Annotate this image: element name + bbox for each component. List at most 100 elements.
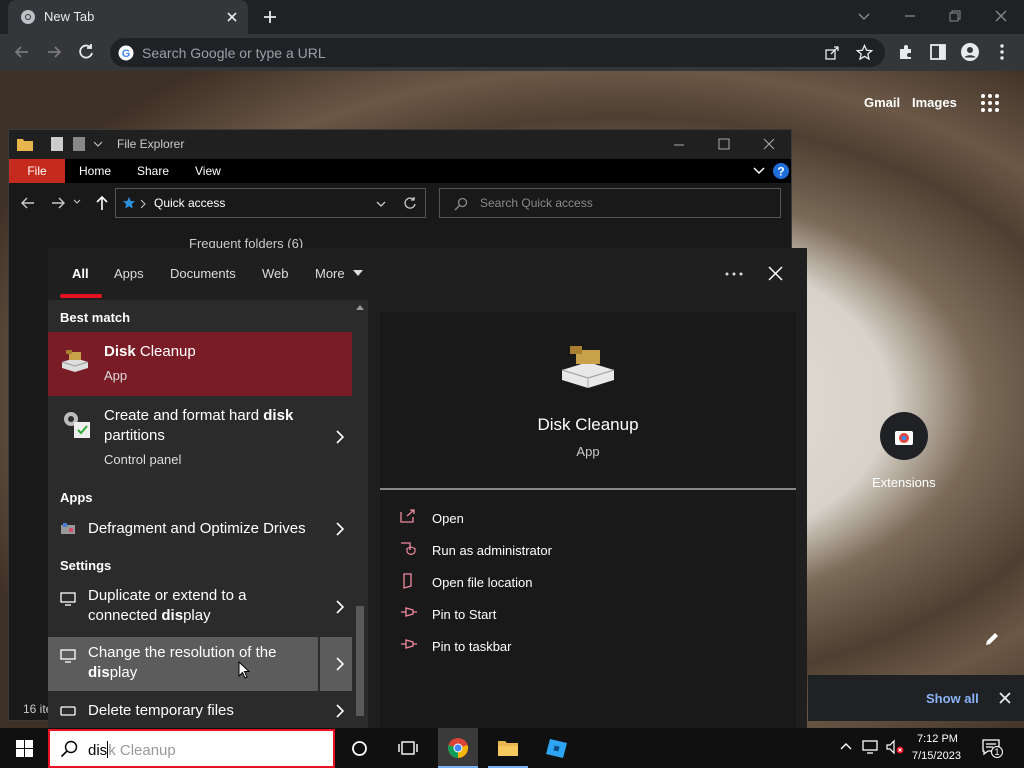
properties-icon[interactable] bbox=[51, 137, 63, 151]
folder-icon bbox=[17, 139, 33, 151]
extensions-puzzle-icon[interactable] bbox=[896, 42, 916, 62]
scroll-thumb[interactable] bbox=[356, 606, 364, 716]
explorer-titlebar: File Explorer bbox=[9, 130, 791, 159]
ribbon-tab-view[interactable]: View bbox=[195, 164, 221, 178]
customize-pencil-icon[interactable] bbox=[984, 631, 1000, 647]
result-defragment[interactable]: Defragment and Optimize Drives bbox=[48, 512, 352, 546]
result-subtitle: Control panel bbox=[104, 452, 182, 467]
search-query-suggestion: k Cleanup bbox=[108, 742, 176, 759]
explorer-back-icon[interactable] bbox=[21, 196, 35, 210]
taskbar-chrome-app[interactable] bbox=[438, 728, 478, 768]
tab-all[interactable]: All bbox=[72, 266, 89, 281]
results-scrollbar[interactable] bbox=[352, 300, 368, 728]
roblox-studio-icon[interactable] bbox=[545, 736, 569, 760]
file-explorer-taskbar-icon[interactable] bbox=[497, 738, 519, 758]
scroll-up-icon[interactable] bbox=[356, 304, 364, 310]
omnibox[interactable]: G Search Google or type a URL bbox=[110, 38, 885, 67]
more-options-icon[interactable] bbox=[725, 272, 743, 276]
close-window-icon[interactable] bbox=[993, 8, 1009, 24]
result-delete-temp-files[interactable]: Delete temporary files bbox=[48, 694, 352, 728]
monitor-icon bbox=[60, 649, 76, 663]
tab-web[interactable]: Web bbox=[262, 266, 289, 281]
result-change-resolution[interactable]: Change the resolution of the display bbox=[48, 637, 352, 691]
restore-icon[interactable] bbox=[947, 8, 963, 24]
storage-icon bbox=[60, 706, 76, 716]
chrome-icon bbox=[448, 738, 468, 758]
new-tab-icon[interactable] bbox=[262, 9, 278, 25]
chevron-right-icon[interactable] bbox=[336, 704, 344, 718]
explorer-forward-icon[interactable] bbox=[51, 196, 65, 210]
windows-start-icon[interactable] bbox=[16, 740, 33, 757]
chrome-menu-icon[interactable] bbox=[994, 42, 1010, 62]
tab-new-tab[interactable]: New Tab bbox=[8, 0, 248, 34]
images-link[interactable]: Images bbox=[912, 95, 957, 110]
explorer-maximize-icon[interactable] bbox=[718, 138, 730, 150]
explorer-search-placeholder: Search Quick access bbox=[480, 196, 593, 210]
ribbon-tab-share[interactable]: Share bbox=[137, 164, 169, 178]
tab-more[interactable]: More bbox=[315, 266, 345, 281]
clock-date[interactable]: 7/15/2023 bbox=[912, 750, 961, 762]
chevron-right-icon[interactable] bbox=[336, 657, 344, 671]
volume-muted-icon[interactable] bbox=[886, 739, 904, 755]
chevron-right-icon[interactable] bbox=[336, 522, 344, 536]
tab-search-chevron-icon[interactable] bbox=[856, 8, 872, 24]
explorer-search-box[interactable]: Search Quick access bbox=[439, 188, 781, 218]
help-icon[interactable]: ? bbox=[773, 163, 789, 179]
address-dropdown-icon[interactable] bbox=[376, 200, 386, 208]
result-duplicate-extend-display[interactable]: Duplicate or extend to a connected displa… bbox=[48, 580, 352, 634]
reload-icon[interactable] bbox=[76, 42, 96, 62]
explorer-close-icon[interactable] bbox=[763, 138, 775, 150]
search-filter-tabs: All Apps Documents Web More bbox=[48, 248, 807, 300]
ribbon-expand-icon[interactable] bbox=[753, 166, 765, 176]
back-icon[interactable] bbox=[12, 42, 32, 62]
profile-avatar-icon[interactable] bbox=[960, 42, 980, 62]
search-close-icon[interactable] bbox=[768, 266, 783, 281]
new-folder-icon[interactable] bbox=[73, 137, 85, 151]
best-match-disk-cleanup[interactable]: Disk Cleanup App bbox=[48, 332, 352, 396]
result-create-format-partitions[interactable]: Create and format hard disk partitions Co… bbox=[48, 400, 352, 474]
forward-icon[interactable] bbox=[44, 42, 64, 62]
action-label: Open bbox=[432, 511, 464, 526]
disk-cleanup-icon bbox=[61, 350, 89, 372]
action-label: Pin to Start bbox=[432, 607, 497, 622]
cortana-icon[interactable] bbox=[351, 740, 368, 757]
chevron-right-icon[interactable] bbox=[336, 600, 344, 614]
chevron-right-icon[interactable] bbox=[336, 430, 344, 444]
ribbon-tab-home[interactable]: Home bbox=[79, 164, 111, 178]
explorer-minimize-icon[interactable] bbox=[673, 139, 685, 151]
address-bar[interactable]: Quick access bbox=[115, 188, 426, 218]
bookmark-star-icon[interactable] bbox=[856, 44, 873, 61]
result-line1: Change the resolution of the bbox=[88, 644, 277, 661]
ribbon-tab-file[interactable]: File bbox=[9, 159, 65, 183]
downloads-bar-close-icon[interactable] bbox=[998, 691, 1012, 705]
task-view-icon[interactable] bbox=[398, 739, 418, 757]
notification-count-badge: 1 bbox=[991, 746, 1003, 758]
tab-documents[interactable]: Documents bbox=[170, 266, 236, 281]
best-match-header: Best match bbox=[60, 310, 131, 325]
show-hidden-icons-chevron[interactable] bbox=[840, 742, 852, 750]
svg-text:G: G bbox=[122, 48, 131, 60]
taskbar-search-box[interactable]: disk Cleanup bbox=[48, 729, 335, 768]
network-icon[interactable] bbox=[862, 739, 880, 755]
up-icon[interactable] bbox=[95, 195, 109, 211]
gmail-link[interactable]: Gmail bbox=[864, 95, 900, 110]
result-line2-pre: connected bbox=[88, 607, 162, 624]
more-dropdown-icon[interactable] bbox=[353, 270, 363, 276]
minimize-icon[interactable] bbox=[902, 8, 918, 24]
google-apps-icon[interactable] bbox=[980, 93, 1000, 113]
recent-locations-icon[interactable] bbox=[73, 199, 81, 205]
result-line2-rest: play bbox=[183, 607, 211, 624]
tab-apps[interactable]: Apps bbox=[114, 266, 144, 281]
share-icon[interactable] bbox=[824, 45, 840, 61]
taskbar: disk Cleanup 7:12 PM 7/15/2023 1 bbox=[0, 728, 1024, 768]
clock-time[interactable]: 7:12 PM bbox=[917, 733, 958, 745]
refresh-icon[interactable] bbox=[403, 196, 417, 210]
file-location-icon bbox=[403, 573, 412, 589]
show-all-link[interactable]: Show all bbox=[926, 691, 979, 706]
action-center-button[interactable]: 1 bbox=[978, 736, 1008, 762]
quick-access-dropdown-icon[interactable] bbox=[93, 140, 103, 148]
address-text: Quick access bbox=[154, 196, 226, 210]
explorer-title: File Explorer bbox=[117, 137, 185, 151]
side-panel-icon[interactable] bbox=[928, 42, 948, 62]
tab-close-icon[interactable] bbox=[224, 9, 240, 25]
